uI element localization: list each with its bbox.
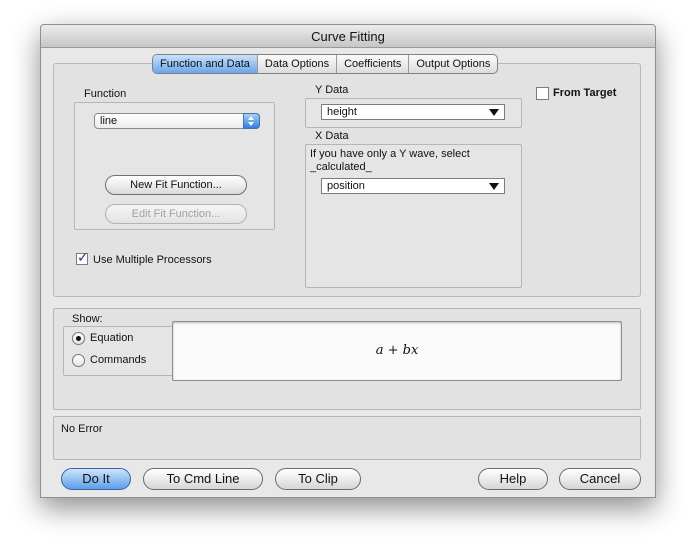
- y-data-popup[interactable]: height: [321, 104, 505, 120]
- x-data-group: If you have only a Y wave, select _calcu…: [305, 144, 522, 288]
- commands-radio-label: Commands: [90, 354, 147, 366]
- tab-function-and-data[interactable]: Function and Data: [153, 55, 257, 73]
- cancel-button[interactable]: Cancel: [559, 468, 641, 490]
- curve-fitting-dialog: Curve Fitting Function and Data Data Opt…: [40, 24, 656, 498]
- new-fit-function-button[interactable]: New Fit Function...: [105, 175, 247, 195]
- dropdown-arrow-icon: [489, 109, 499, 116]
- function-value: line: [100, 115, 118, 127]
- commands-radio[interactable]: [72, 354, 85, 367]
- function-label: Function: [84, 88, 127, 100]
- tab-coefficients[interactable]: Coefficients: [336, 55, 408, 73]
- window-title: Curve Fitting: [311, 29, 385, 44]
- tab-panel: Function line New Fit Function... Edit F…: [53, 63, 641, 297]
- x-data-value: position: [327, 180, 365, 192]
- tab-strip: Function and Data Data Options Coefficie…: [152, 54, 499, 74]
- function-popup[interactable]: line: [94, 113, 260, 129]
- x-data-popup[interactable]: position: [321, 178, 505, 194]
- use-multiple-processors-checkbox[interactable]: [76, 250, 89, 266]
- y-data-value: height: [327, 106, 357, 118]
- from-target-label: From Target: [553, 87, 617, 99]
- equation-radio[interactable]: [72, 332, 85, 345]
- help-button[interactable]: Help: [478, 468, 548, 490]
- status-area: No Error: [53, 416, 641, 460]
- show-label: Show:: [72, 313, 103, 325]
- y-data-group: height: [305, 98, 522, 128]
- from-target-checkbox[interactable]: [536, 87, 549, 100]
- tab-output-options[interactable]: Output Options: [408, 55, 497, 73]
- title-bar[interactable]: Curve Fitting: [41, 25, 655, 48]
- equation-display: a + bx: [172, 321, 622, 381]
- show-options-group: Equation Commands: [63, 326, 175, 376]
- do-it-button[interactable]: Do It: [61, 468, 131, 490]
- to-clip-button[interactable]: To Clip: [275, 468, 361, 490]
- status-text: No Error: [61, 423, 103, 435]
- function-group: line New Fit Function... Edit Fit Functi…: [74, 102, 275, 230]
- x-data-hint: If you have only a Y wave, select _calcu…: [310, 148, 470, 173]
- y-data-label: Y Data: [315, 84, 349, 96]
- x-data-label: X Data: [315, 130, 349, 142]
- equation-radio-label: Equation: [90, 332, 134, 344]
- to-cmd-line-button[interactable]: To Cmd Line: [143, 468, 263, 490]
- use-multiple-processors-label: Use Multiple Processors: [93, 254, 212, 266]
- tab-data-options[interactable]: Data Options: [256, 55, 336, 73]
- dropdown-arrow-icon: [489, 183, 499, 190]
- edit-fit-function-button[interactable]: Edit Fit Function...: [105, 204, 247, 224]
- popup-stepper-icon: [243, 113, 260, 129]
- equation-text: a + bx: [375, 343, 419, 358]
